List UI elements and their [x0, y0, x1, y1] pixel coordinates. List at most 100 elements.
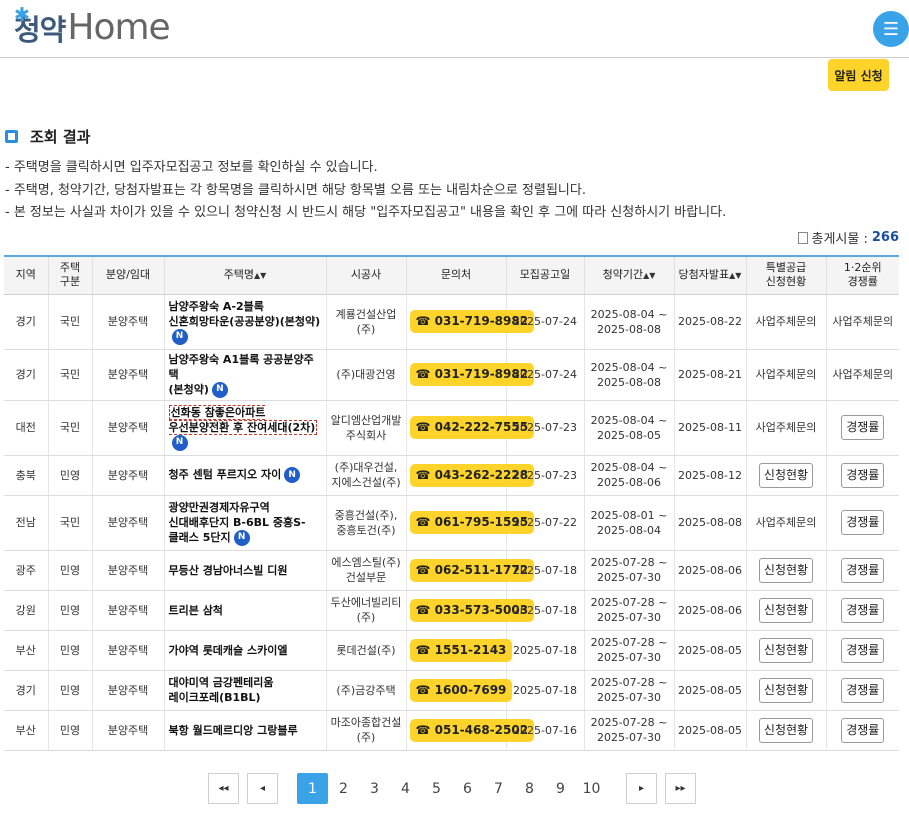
- house-name-link[interactable]: 남양주왕숙 A-2블록 신혼희망타운(공공분양)(본청약)N: [163, 294, 326, 350]
- competition-rate-button[interactable]: 경쟁률: [841, 637, 885, 663]
- house-name-link[interactable]: 남양주왕숙 A1블록 공공분양주택 (본청약) N: [163, 349, 326, 401]
- special-cell: 신청현황: [745, 455, 826, 496]
- notice-date-cell: 2025-07-18: [505, 590, 584, 631]
- builder-cell: 중흥건설(주), 중흥토건(주): [325, 495, 406, 551]
- chevron-right-icon: ▸: [638, 783, 645, 794]
- notice-item: - 본 정보는 사실과 차이가 있을 수 있으니 청약신청 시 반드시 해당 "…: [5, 205, 727, 220]
- type-cell: 국민: [47, 349, 92, 401]
- builder-cell: 마조아종합건설 (주): [325, 710, 406, 751]
- rate-cell: 경쟁률: [825, 495, 899, 551]
- logo-english: Home: [67, 7, 170, 48]
- hamburger-menu-button[interactable]: ☰: [873, 11, 909, 47]
- section-title-text: 조회 결과: [30, 128, 91, 146]
- competition-rate-button[interactable]: 경쟁률: [841, 597, 885, 623]
- period-cell: 2025-08-04 ~ 2025-08-08: [583, 349, 674, 401]
- competition-rate-button[interactable]: 경쟁률: [841, 462, 885, 488]
- competition-rate-button[interactable]: 경쟁률: [841, 557, 885, 583]
- notice-date-cell: 2025-07-16: [505, 710, 584, 751]
- special-cell: 신청현황: [745, 630, 826, 671]
- region-cell: 부산: [4, 710, 48, 751]
- next-page-button[interactable]: ▸: [626, 773, 657, 804]
- special-status-button[interactable]: 신청현황: [758, 637, 814, 663]
- special-status-button[interactable]: 신청현황: [758, 462, 814, 488]
- page-number-button[interactable]: 2: [328, 773, 359, 804]
- house-name-link[interactable]: 무등산 경남아너스빌 디원: [163, 550, 326, 591]
- prev-page-button[interactable]: ◂: [247, 773, 278, 804]
- special-cell: 사업주체문의: [745, 349, 826, 401]
- supply-cell: 분양주택: [91, 294, 164, 350]
- star-icon: ✱: [14, 4, 30, 26]
- phone-button[interactable]: ☎ 1551-2143: [409, 638, 513, 662]
- region-cell: 경기: [4, 670, 48, 711]
- special-cell: 사업주체문의: [745, 495, 826, 551]
- header-type: 주택 구분: [47, 256, 92, 295]
- header-notice-date: 모집공고일: [505, 256, 584, 295]
- special-status-button[interactable]: 신청현황: [758, 677, 814, 703]
- house-name-link[interactable]: 대야미역 금강펜테리움 레이크포레(B1BL): [163, 670, 326, 711]
- rate-cell: 경쟁률: [825, 400, 899, 456]
- new-badge-icon: N: [171, 328, 188, 345]
- table-row: 경기 국민 분양주택 남양주왕숙 A-2블록 신혼희망타운(공공분양)(본청약)N 계룡…: [4, 294, 899, 350]
- supply-cell: 분양주택: [91, 455, 164, 496]
- house-name-link[interactable]: 북항 월드메르디앙 그랑블루: [163, 710, 326, 751]
- competition-rate-button[interactable]: 경쟁률: [841, 717, 885, 743]
- new-badge-icon: N: [233, 529, 250, 546]
- page-number-button[interactable]: 5: [421, 773, 452, 804]
- first-page-button[interactable]: ◂◂: [208, 773, 239, 804]
- house-name-link[interactable]: 청주 센텀 푸르지오 자이 N: [163, 455, 326, 496]
- competition-rate-button[interactable]: 경쟁률: [841, 415, 885, 440]
- notice-item: - 주택명을 클릭하시면 입주자모집공고 정보를 확인하실 수 있습니다.: [5, 160, 378, 175]
- type-cell: 국민: [47, 495, 92, 551]
- page-number-button[interactable]: 4: [390, 773, 421, 804]
- period-cell: 2025-08-04 ~ 2025-08-08: [583, 294, 674, 350]
- builder-cell: 계룡건설산업 (주): [325, 294, 406, 350]
- page-number-button[interactable]: 8: [514, 773, 545, 804]
- house-name-link[interactable]: 광양만권경제자유구역 신대배후단지 B-6BL 중흥S- 클래스 5단지 N: [163, 495, 326, 551]
- special-status-button[interactable]: 신청현황: [758, 557, 814, 583]
- house-name-link[interactable]: 가야역 롯데캐슬 스카이엘: [163, 630, 326, 671]
- page-number-button[interactable]: 6: [452, 773, 483, 804]
- winner-date-cell: 2025-08-12: [673, 455, 746, 496]
- section-title: 조회 결과: [5, 126, 90, 147]
- region-cell: 전남: [4, 495, 48, 551]
- contact-cell: ☎ 051-468-2502: [405, 710, 535, 751]
- special-status-button[interactable]: 신청현황: [758, 717, 814, 743]
- period-cell: 2025-07-28 ~ 2025-07-30: [583, 630, 674, 671]
- results-table: 지역 주택 구분 분양/임대 주택명▲▼ 시공사 문의처 모집공고일 청약기간▲…: [4, 255, 899, 751]
- type-cell: 국민: [47, 294, 92, 350]
- phone-icon: ☎: [415, 722, 435, 737]
- header-period-sort[interactable]: 청약기간▲▼: [583, 256, 674, 295]
- house-name-link[interactable]: 선화동 참좋은아파트 우선분양전환 후 잔여세대(2차)N: [163, 400, 326, 456]
- type-cell: 민영: [47, 590, 92, 631]
- phone-icon: ☎: [415, 367, 435, 381]
- competition-rate-button[interactable]: 경쟁률: [841, 510, 885, 535]
- supply-cell: 분양주택: [91, 710, 164, 751]
- header-winner-sort[interactable]: 당첨자발표▲▼: [673, 256, 746, 295]
- page-number-button[interactable]: 3: [359, 773, 390, 804]
- page-number-button[interactable]: 9: [545, 773, 576, 804]
- square-bullet-icon: [5, 130, 18, 143]
- document-icon: [797, 231, 808, 244]
- period-cell: 2025-07-28 ~ 2025-07-30: [583, 550, 674, 591]
- header-rate: 1·2순위 경쟁률: [825, 256, 899, 295]
- supply-cell: 분양주택: [91, 590, 164, 631]
- rate-cell: 경쟁률: [825, 590, 899, 631]
- builder-cell: 롯데건설(주): [325, 630, 406, 671]
- page-number-button[interactable]: 1: [297, 773, 328, 804]
- last-page-button[interactable]: ▸▸: [665, 773, 696, 804]
- double-chevron-right-icon: ▸▸: [675, 783, 686, 794]
- special-cell: 사업주체문의: [745, 294, 826, 350]
- rate-cell: 경쟁률: [825, 670, 899, 711]
- winner-date-cell: 2025-08-11: [673, 400, 746, 456]
- header-name-sort[interactable]: 주택명▲▼: [163, 256, 326, 295]
- page-number-button[interactable]: 10: [576, 773, 607, 804]
- page-number-button[interactable]: 7: [483, 773, 514, 804]
- site-logo[interactable]: ✱ 청약 Home: [14, 4, 171, 48]
- phone-button[interactable]: ☎ 1600-7699: [409, 678, 513, 702]
- alarm-signup-button[interactable]: 알림 신청: [828, 59, 889, 91]
- competition-rate-button[interactable]: 경쟁률: [841, 677, 885, 703]
- winner-date-cell: 2025-08-06: [673, 550, 746, 591]
- special-status-button[interactable]: 신청현황: [758, 597, 814, 623]
- table-row: 전남 국민 분양주택 광양만권경제자유구역 신대배후단지 B-6BL 중흥S- 클래스…: [4, 495, 899, 551]
- house-name-link[interactable]: 트리븐 삼척: [163, 590, 326, 631]
